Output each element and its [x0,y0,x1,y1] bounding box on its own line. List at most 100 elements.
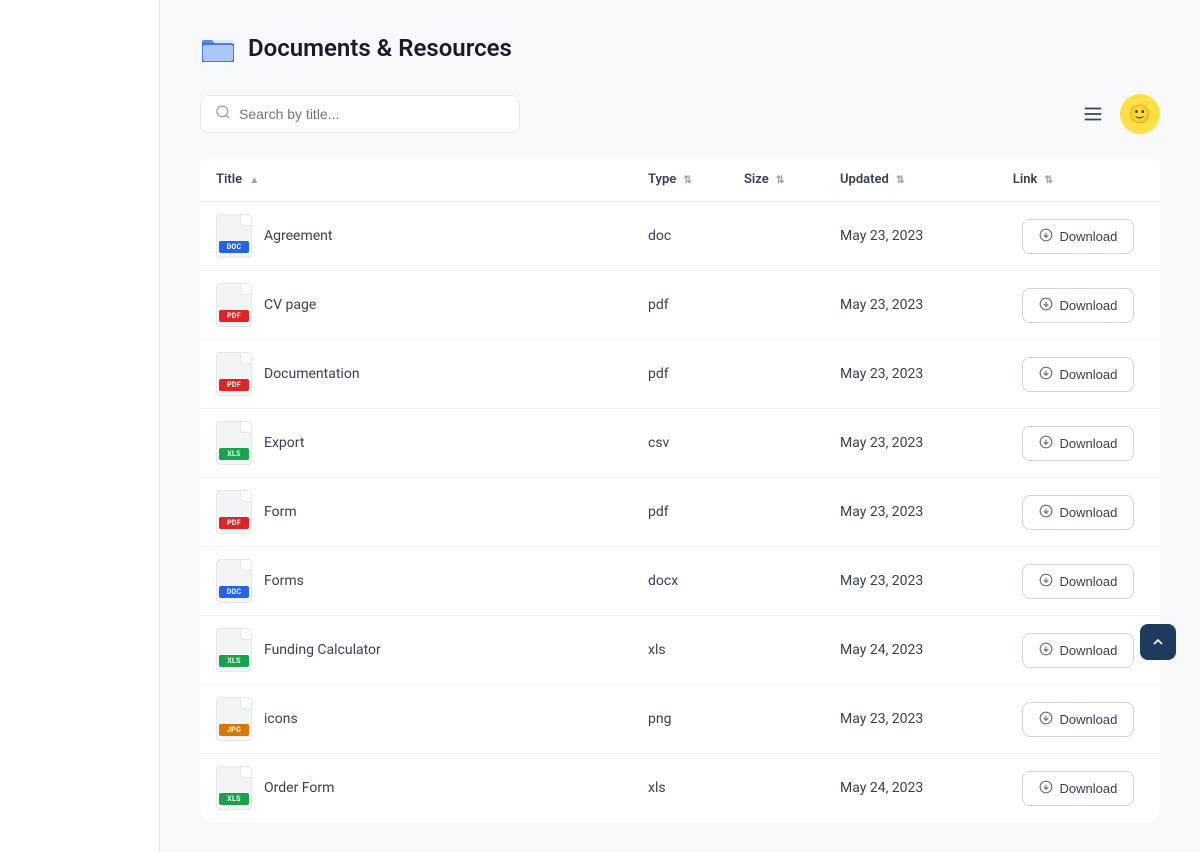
folder-icon [200,30,236,66]
cell-type: xls [632,616,728,685]
cell-link: Download [997,202,1160,271]
cell-updated: May 23, 2023 [824,271,997,340]
cell-updated: May 24, 2023 [824,616,997,685]
cell-link: Download [997,754,1160,823]
download-button[interactable]: Download [1022,495,1134,530]
download-icon [1039,642,1053,659]
file-title: icons [264,711,298,727]
file-title: Forms [264,573,304,589]
cell-type: doc [632,202,728,271]
col-header-type[interactable]: Type ⇅ [632,158,728,202]
main-content: Documents & Resources 🙂 [160,0,1200,852]
toolbar-right: 🙂 [1078,94,1160,134]
file-type-badge: PDF [219,379,249,391]
col-header-title[interactable]: Title ▲ [200,158,632,202]
download-button[interactable]: Download [1022,426,1134,461]
file-title: CV page [264,297,316,313]
sidebar [0,0,160,852]
cell-size [728,271,824,340]
download-label: Download [1059,229,1117,244]
menu-icon-button[interactable] [1078,99,1108,129]
file-title: Order Form [264,780,334,796]
cell-updated: May 23, 2023 [824,478,997,547]
cell-updated: May 24, 2023 [824,754,997,823]
file-icon: XLS [216,628,252,672]
table-row: DOCFormsdocxMay 23, 2023Download [200,547,1160,616]
table-row: PDFFormpdf May 23, 2023 Download [200,478,1160,547]
cell-updated: May 23, 2023 [824,202,997,271]
cell-type: pdf [632,340,728,409]
table-row: XLSExportcsvMay 23, 2023Download [200,409,1160,478]
cell-type: pdf [632,478,728,547]
download-label: Download [1059,436,1117,451]
download-label: Download [1059,781,1117,796]
cell-title: JPG icons [200,685,632,754]
cell-title: PDFForm [200,478,632,547]
file-icon: XLS [216,421,252,465]
table-row: DOC Agreement doc May 23, 2023 Download [200,202,1160,271]
download-button[interactable]: Download [1022,633,1134,668]
file-icon: DOC [216,214,252,258]
download-icon [1039,504,1053,521]
file-title: Export [264,435,304,451]
download-icon [1039,573,1053,590]
cell-size [728,409,824,478]
file-type-badge: PDF [219,310,249,322]
download-icon [1039,711,1053,728]
sort-icon-link: ⇅ [1045,175,1053,186]
download-label: Download [1059,505,1117,520]
cell-title: PDF CV page [200,271,632,340]
cell-title: XLSFunding Calculator [200,616,632,685]
search-wrap [200,95,520,133]
file-title: Agreement [264,228,332,244]
file-type-badge: PDF [219,517,249,529]
file-type-badge: XLS [219,793,249,805]
col-header-link[interactable]: Link ⇅ [997,158,1160,202]
search-icon [215,104,231,124]
avatar-button[interactable]: 🙂 [1120,94,1160,134]
file-type-badge: JPG [219,724,249,736]
table-row: JPG icons png May 23, 2023 Download [200,685,1160,754]
download-button[interactable]: Download [1022,288,1134,323]
download-button[interactable]: Download [1022,564,1134,599]
toolbar: 🙂 [200,94,1160,134]
cell-type: png [632,685,728,754]
cell-size [728,547,824,616]
cell-link: Download [997,478,1160,547]
download-button[interactable]: Download [1022,357,1134,392]
download-button[interactable]: Download [1022,219,1134,254]
sort-icon-updated: ⇅ [896,175,904,186]
sort-icon-type: ⇅ [684,175,692,186]
file-type-badge: DOC [219,586,249,598]
cell-updated: May 23, 2023 [824,685,997,754]
cell-title: XLS Export [200,409,632,478]
cell-link: Download [997,547,1160,616]
cell-size [728,340,824,409]
file-icon: PDF [216,490,252,534]
cell-size [728,202,824,271]
download-label: Download [1059,712,1117,727]
search-input[interactable] [239,106,505,122]
cell-updated: May 23, 2023 [824,340,997,409]
cell-title: PDFDocumentation [200,340,632,409]
col-header-updated[interactable]: Updated ⇅ [824,158,997,202]
col-header-size[interactable]: Size ⇅ [728,158,824,202]
file-icon: JPG [216,697,252,741]
cell-size [728,616,824,685]
download-icon [1039,297,1053,314]
download-icon [1039,780,1053,797]
scroll-to-top-button[interactable] [1140,624,1176,660]
download-icon [1039,435,1053,452]
cell-size [728,478,824,547]
table-row: XLSOrder FormxlsMay 24, 2023Download [200,754,1160,823]
file-type-badge: XLS [219,448,249,460]
download-icon [1039,228,1053,245]
download-button[interactable]: Download [1022,771,1134,806]
table-header-row: Title ▲ Type ⇅ Size ⇅ Updated ⇅ Link ⇅ [200,158,1160,202]
sort-icon-size: ⇅ [776,175,784,186]
cell-link: Download [997,616,1160,685]
cell-updated: May 23, 2023 [824,409,997,478]
download-button[interactable]: Download [1022,702,1134,737]
cell-link: Download [997,409,1160,478]
file-icon: PDF [216,352,252,396]
